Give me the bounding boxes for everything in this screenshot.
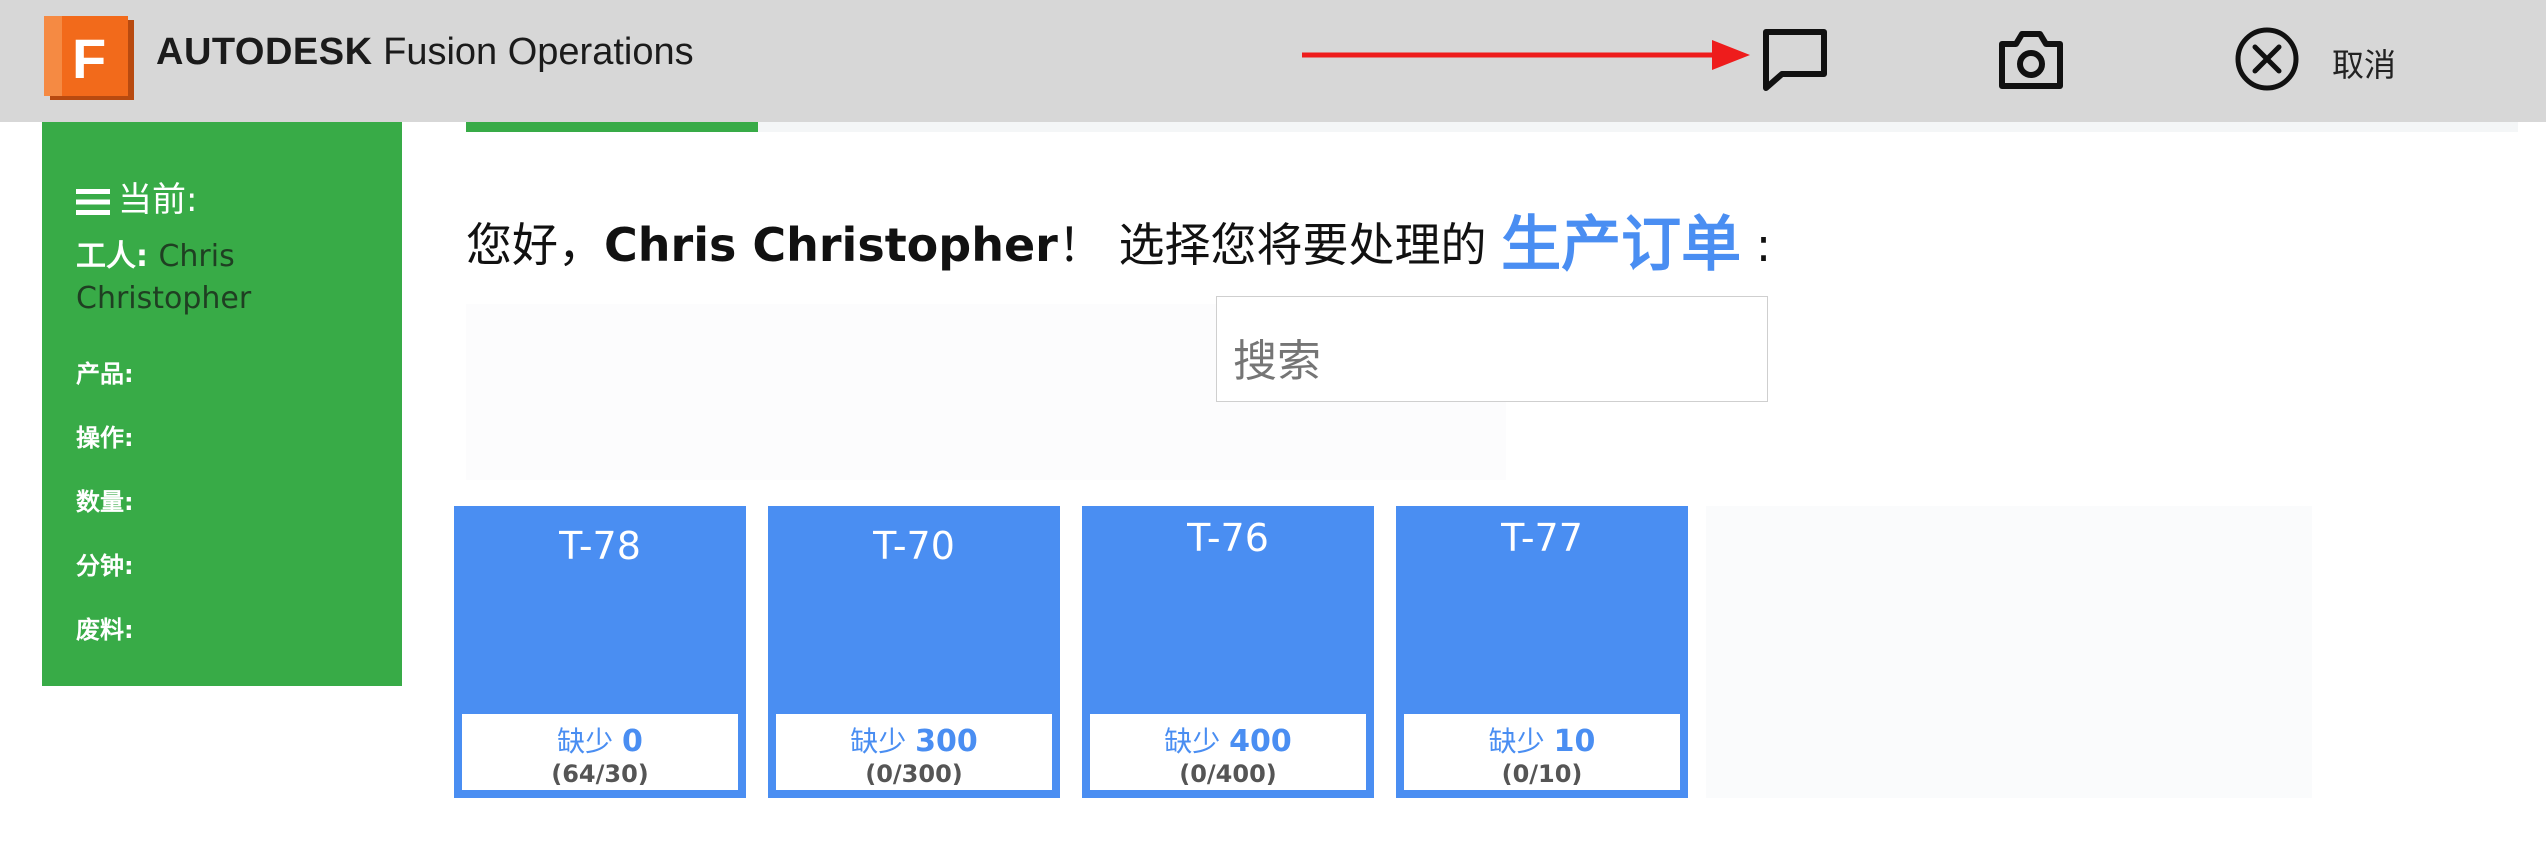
order-tile-t76[interactable]: T-76 缺少 400 (0/400) — [1082, 506, 1374, 798]
shortage-label: 缺少 — [850, 725, 907, 758]
menu-icon — [76, 188, 110, 215]
current-label: 当前: — [118, 180, 198, 220]
brand-sub-text: Fusion Operations — [372, 31, 694, 73]
order-shortage-box: 缺少 0 (64/30) — [462, 714, 738, 790]
operation-label: 操作: — [76, 424, 134, 452]
camera-button[interactable] — [1996, 26, 2066, 92]
cancel-label: 取消 — [2332, 46, 2397, 84]
red-arrow-annotation — [1302, 40, 1750, 70]
order-shortage-box: 缺少 10 (0/10) — [1404, 714, 1680, 790]
greeting-prefix: 您好， — [466, 218, 604, 272]
shortage-label: 缺少 — [1164, 725, 1221, 758]
greeting-suffix: : — [1741, 218, 1772, 272]
search-input[interactable] — [1216, 296, 1768, 402]
order-title: T-70 — [873, 524, 955, 568]
shortage-label: 缺少 — [557, 725, 614, 758]
greeting-name: Chris Christopher — [604, 218, 1058, 272]
order-title: T-78 — [559, 524, 641, 568]
fusion-logo-icon: F — [44, 16, 134, 100]
shortage-value: 400 — [1229, 724, 1292, 759]
order-shortage-box: 缺少 400 (0/400) — [1090, 714, 1366, 790]
order-tile-t77[interactable]: T-77 缺少 10 (0/10) — [1396, 506, 1688, 798]
brand-main-text: AUTODESK — [156, 31, 373, 73]
order-count: (64/30) — [551, 760, 649, 788]
background-card — [1706, 506, 2312, 798]
shortage-value: 300 — [915, 724, 978, 759]
production-order-label: 生产订单 — [1501, 210, 1742, 280]
product-label: 产品: — [76, 360, 134, 388]
progress-strip — [466, 122, 758, 132]
order-count: (0/10) — [1501, 760, 1583, 788]
shortage-value: 10 — [1553, 724, 1596, 759]
quantity-label: 数量: — [76, 488, 134, 516]
shortage-value: 0 — [622, 724, 643, 759]
worker-label: 工人 — [76, 239, 136, 274]
order-title: T-77 — [1501, 516, 1583, 560]
order-tile-t78[interactable]: T-78 缺少 0 (64/30) — [454, 506, 746, 798]
minutes-label: 分钟: — [76, 552, 134, 580]
worker-info: 工人: Chris Christopher — [76, 239, 252, 316]
logo-letter: F — [72, 27, 106, 90]
cancel-button[interactable]: 取消 — [2232, 24, 2412, 94]
order-title: T-76 — [1187, 516, 1269, 560]
top-bar: F AUTODESK Fusion Operations 取消 — [0, 0, 2546, 122]
message-button[interactable] — [1760, 26, 1830, 92]
camera-icon — [1999, 31, 2063, 89]
scrap-label: 废料: — [76, 616, 134, 644]
message-icon — [1763, 29, 1827, 91]
greeting-middle: ！ 选择您将要处理的 — [1057, 218, 1502, 272]
app-title: AUTODESK Fusion Operations — [156, 28, 694, 76]
order-tile-t70[interactable]: T-70 缺少 300 (0/300) — [768, 506, 1060, 798]
order-shortage-box: 缺少 300 (0/300) — [776, 714, 1052, 790]
shortage-label: 缺少 — [1488, 725, 1545, 758]
order-count: (0/400) — [1179, 760, 1277, 788]
divider-strip — [758, 122, 2518, 132]
greeting-heading: 您好，Chris Christopher！ 选择您将要处理的 生产订单 : — [466, 208, 1771, 282]
order-count: (0/300) — [865, 760, 963, 788]
current-job-sidebar: 当前: 工人: Chris Christopher 产品: 操作: 数量: 分钟… — [42, 122, 402, 686]
current-header[interactable]: 当前: — [76, 172, 197, 221]
close-circle-icon — [2235, 27, 2299, 91]
